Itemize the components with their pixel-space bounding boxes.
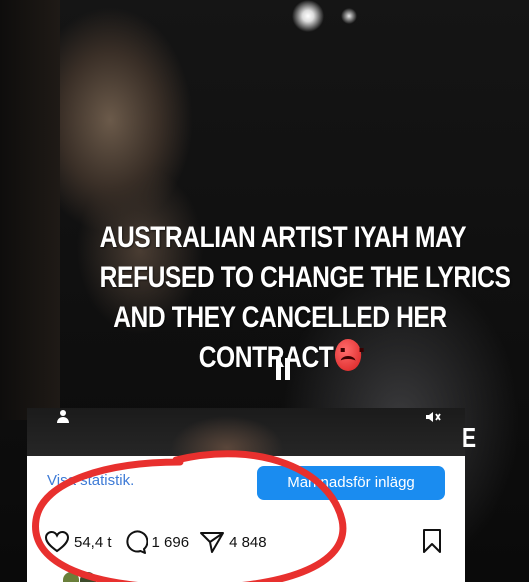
angry-face-emoji-icon xyxy=(335,339,364,372)
bookmark-icon[interactable] xyxy=(420,528,444,554)
post-actions-row: 54,4 t 1 696 4 848 xyxy=(44,527,277,557)
user-icon[interactable] xyxy=(55,408,71,424)
send-icon xyxy=(200,532,225,553)
view-insights-link[interactable]: Visa statistik. xyxy=(47,472,134,489)
caption-line-3: AND THEY CANCELLED HER xyxy=(113,301,447,334)
liker-avatar[interactable] xyxy=(63,572,79,582)
like-count: 54,4 t xyxy=(74,533,112,551)
caption-line-4-text: CONTRACT xyxy=(198,341,334,374)
video-frame-shadow xyxy=(0,0,60,420)
share-action[interactable]: 4 848 xyxy=(199,530,267,554)
heart-icon xyxy=(44,530,70,553)
comment-icon xyxy=(125,530,148,554)
like-action[interactable]: 54,4 t xyxy=(44,530,112,554)
promote-post-button[interactable]: Marknadsför inlägg xyxy=(257,466,445,500)
caption-line-2: REFUSED TO CHANGE THE LYRICS xyxy=(99,261,511,294)
video-caption: AUSTRALIAN ARTIST IYAH MAY REFUSED TO CH… xyxy=(99,218,511,378)
comment-action[interactable]: 1 696 xyxy=(122,530,190,554)
caption-line-1: AUSTRALIAN ARTIST IYAH MAY xyxy=(99,221,467,254)
liker-avatar[interactable] xyxy=(80,572,96,582)
mute-icon[interactable] xyxy=(424,408,442,426)
share-count: 4 848 xyxy=(229,533,267,551)
cutoff-text: E xyxy=(462,422,477,453)
post-media-strip xyxy=(27,408,465,456)
comment-count: 1 696 xyxy=(151,533,190,551)
pause-icon[interactable] xyxy=(272,358,294,380)
